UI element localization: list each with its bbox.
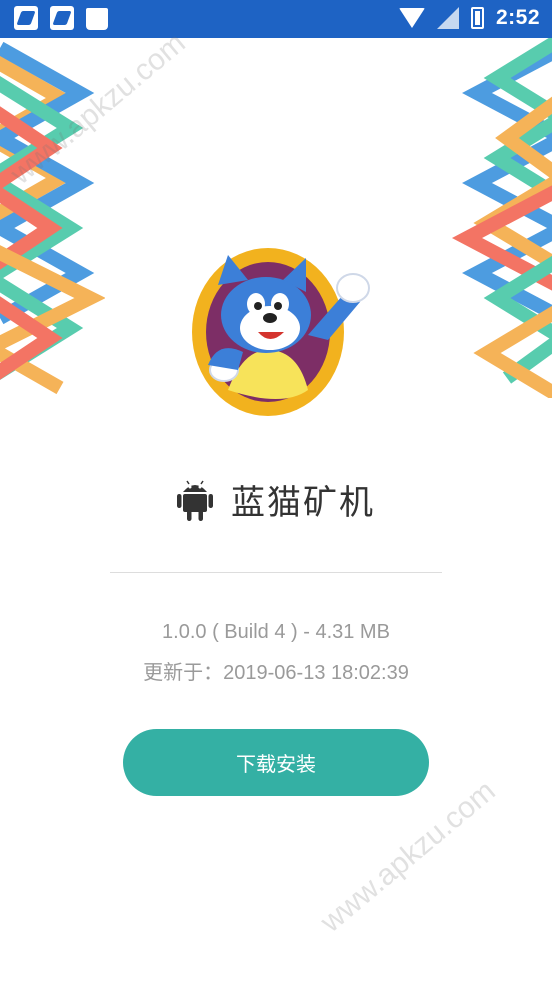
decorative-ribbons-right bbox=[451, 38, 552, 398]
decorative-ribbons-left bbox=[0, 41, 105, 395]
battery-charging-icon bbox=[470, 7, 484, 29]
shopping-bag-icon bbox=[86, 8, 108, 30]
app-notification-icon bbox=[14, 6, 38, 30]
app-notification-icon bbox=[50, 6, 74, 30]
download-install-button[interactable]: 下载安装 bbox=[123, 729, 429, 796]
update-date: 更新于：2019-06-13 18:02:39 bbox=[143, 662, 409, 684]
status-time: 2:52 bbox=[495, 6, 540, 29]
app-title-row: 蓝猫矿机 bbox=[0, 475, 552, 524]
signal-icon bbox=[436, 7, 459, 29]
notification-icons bbox=[14, 6, 108, 30]
divider bbox=[110, 572, 442, 573]
android-icon bbox=[177, 480, 213, 521]
watermark: www.apkzu.com bbox=[314, 774, 502, 939]
status-bar: 2:52 bbox=[0, 0, 552, 38]
blue-cat-logo-icon bbox=[192, 248, 370, 416]
version-info: 1.0.0 ( Build 4 ) - 4.31 MB bbox=[162, 621, 390, 643]
app-name: 蓝猫矿机 bbox=[231, 483, 375, 523]
system-icons: 2:52 bbox=[398, 6, 540, 30]
wifi-icon bbox=[398, 8, 425, 28]
